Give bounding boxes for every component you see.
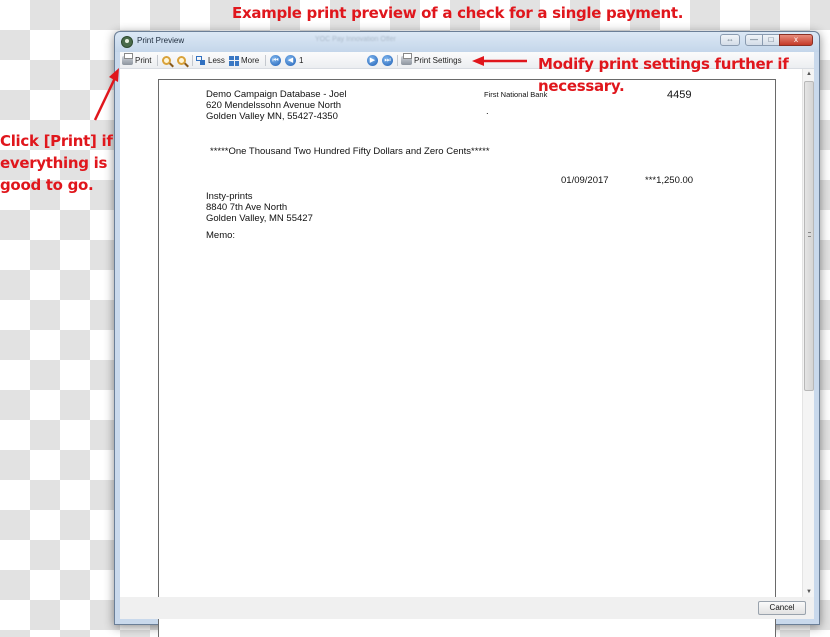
more-button[interactable]: More <box>229 54 259 67</box>
window-client: Print Less More ⏮ ◀ 1 ▶ ⏭ Print Settings… <box>120 52 814 637</box>
scrollbar-thumb[interactable] <box>804 81 814 391</box>
resize-button[interactable]: ⇔ <box>720 34 740 46</box>
print-settings-icon <box>401 53 412 65</box>
scroll-grip-icon <box>808 232 811 237</box>
annotation-print-button: Click [Print] if everything is good to g… <box>0 132 113 194</box>
toolbar-separator <box>265 55 266 66</box>
toolbar-separator <box>157 55 158 66</box>
zoom-in-button[interactable] <box>162 54 171 67</box>
payer-address-line2: Golden Valley MN, 55427-4350 <box>206 111 338 122</box>
cancel-button[interactable]: Cancel <box>758 601 806 615</box>
vertical-scrollbar[interactable]: ▲ ▼ <box>802 69 814 597</box>
zoom-out-button[interactable] <box>177 54 186 67</box>
payer-address-line1: 620 Mendelssohn Avenue North <box>206 100 342 111</box>
page-number-input[interactable] <box>299 54 364 67</box>
close-button[interactable]: x <box>779 34 813 46</box>
first-page-icon: ⏮ <box>270 55 281 66</box>
minimize-button[interactable]: — <box>745 34 763 46</box>
payee-name: Insty-prints <box>206 191 253 202</box>
last-page-button[interactable]: ⏭ <box>382 54 393 67</box>
payee-address-line1: 8840 7th Ave North <box>206 202 288 213</box>
previous-page-icon: ◀ <box>285 55 296 66</box>
previous-page-button[interactable]: ◀ <box>285 54 296 67</box>
more-icon <box>229 55 239 66</box>
app-icon <box>121 36 133 48</box>
toolbar-separator <box>192 55 193 66</box>
maximize-button[interactable]: □ <box>762 34 780 46</box>
window-subtitle-blurred: YOC Pay Innovation Offer <box>315 36 396 43</box>
more-label: More <box>241 56 260 65</box>
less-label: Less <box>208 56 225 65</box>
payer-name: Demo Campaign Database - Joel <box>206 89 347 100</box>
zoom-in-icon <box>162 56 171 65</box>
less-button[interactable]: Less <box>196 54 225 67</box>
title-bar[interactable]: Print Preview YOC Pay Innovation Offer ⇔… <box>115 32 819 52</box>
next-page-icon: ▶ <box>367 55 378 66</box>
bottom-bar: Cancel <box>120 597 814 619</box>
scroll-up-arrow-icon[interactable]: ▲ <box>803 69 815 79</box>
window-title: Print Preview <box>137 36 185 45</box>
bank-address: . <box>486 106 489 117</box>
last-page-icon: ⏭ <box>382 55 393 66</box>
annotation-print-settings: Modify print settings further if necessa… <box>538 55 789 95</box>
annotation-title: Example print preview of a check for a s… <box>232 4 684 22</box>
memo-label: Memo: <box>206 230 236 241</box>
check-page: Demo Campaign Database - Joel 620 Mendel… <box>158 79 776 637</box>
printer-icon <box>122 53 133 65</box>
check-date: 01/09/2017 <box>561 175 609 186</box>
payee-address-line2: Golden Valley, MN 55427 <box>206 213 313 224</box>
preview-area: Demo Campaign Database - Joel 620 Mendel… <box>120 69 814 637</box>
scroll-down-arrow-icon[interactable]: ▼ <box>803 587 815 597</box>
next-page-button[interactable]: ▶ <box>367 54 378 67</box>
first-page-button[interactable]: ⏮ <box>270 54 281 67</box>
print-preview-window: Print Preview YOC Pay Innovation Offer ⇔… <box>114 31 820 637</box>
less-icon <box>196 55 206 66</box>
print-settings-button[interactable]: Print Settings <box>401 53 462 67</box>
print-button[interactable]: Print <box>122 53 152 67</box>
amount-in-words: *****One Thousand Two Hundred Fifty Doll… <box>210 146 490 157</box>
toolbar-separator <box>397 55 398 66</box>
print-settings-label: Print Settings <box>414 56 462 65</box>
print-label: Print <box>135 56 152 65</box>
zoom-out-icon <box>177 56 186 65</box>
check-amount: ***1,250.00 <box>645 175 694 186</box>
